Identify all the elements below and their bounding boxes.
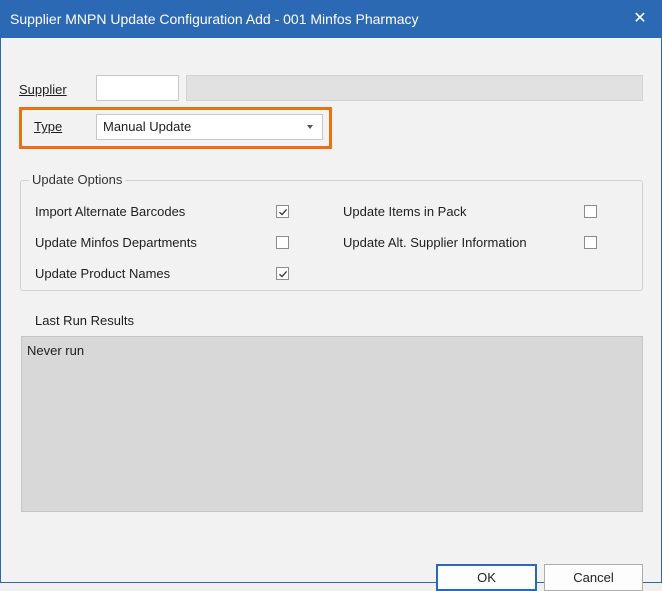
- update-minfos-departments-label: Update Minfos Departments: [35, 235, 197, 250]
- close-button[interactable]: ✕: [617, 0, 662, 38]
- type-label: Type: [34, 119, 62, 134]
- title-bar[interactable]: Supplier MNPN Update Configuration Add -…: [1, 0, 662, 38]
- ok-button[interactable]: OK: [436, 564, 537, 591]
- update-items-in-pack-label: Update Items in Pack: [343, 204, 467, 219]
- update-alt-supplier-information-checkbox[interactable]: [584, 236, 597, 249]
- type-selected-value: Manual Update: [103, 119, 192, 134]
- checkmark-icon: [279, 270, 288, 278]
- checkmark-icon: [279, 208, 288, 216]
- update-minfos-departments-checkbox[interactable]: [276, 236, 289, 249]
- last-run-results-label: Last Run Results: [35, 313, 134, 328]
- chevron-down-icon: [307, 125, 313, 129]
- update-alt-supplier-information-label: Update Alt. Supplier Information: [343, 235, 527, 250]
- supplier-label-text: Supplier: [19, 82, 67, 97]
- import-alternate-barcodes-checkbox[interactable]: [276, 205, 289, 218]
- last-run-results-box: Never run: [21, 336, 643, 512]
- last-run-results-text: Never run: [27, 343, 85, 358]
- supplier-code-input[interactable]: [96, 75, 179, 101]
- supplier-name-field: [186, 75, 643, 101]
- supplier-label: Supplier: [19, 82, 67, 97]
- close-icon: ✕: [633, 10, 647, 27]
- dialog-window: Supplier MNPN Update Configuration Add -…: [0, 0, 662, 591]
- type-dropdown[interactable]: Manual Update: [96, 114, 323, 140]
- update-options-title: Update Options: [29, 172, 126, 187]
- type-label-text: Type: [34, 119, 63, 134]
- cancel-button[interactable]: Cancel: [544, 564, 643, 591]
- update-items-in-pack-checkbox[interactable]: [584, 205, 597, 218]
- update-product-names-checkbox[interactable]: [276, 267, 289, 280]
- window-title: Supplier MNPN Update Configuration Add -…: [10, 11, 419, 27]
- import-alternate-barcodes-label: Import Alternate Barcodes: [35, 204, 186, 219]
- update-product-names-label: Update Product Names: [35, 266, 171, 281]
